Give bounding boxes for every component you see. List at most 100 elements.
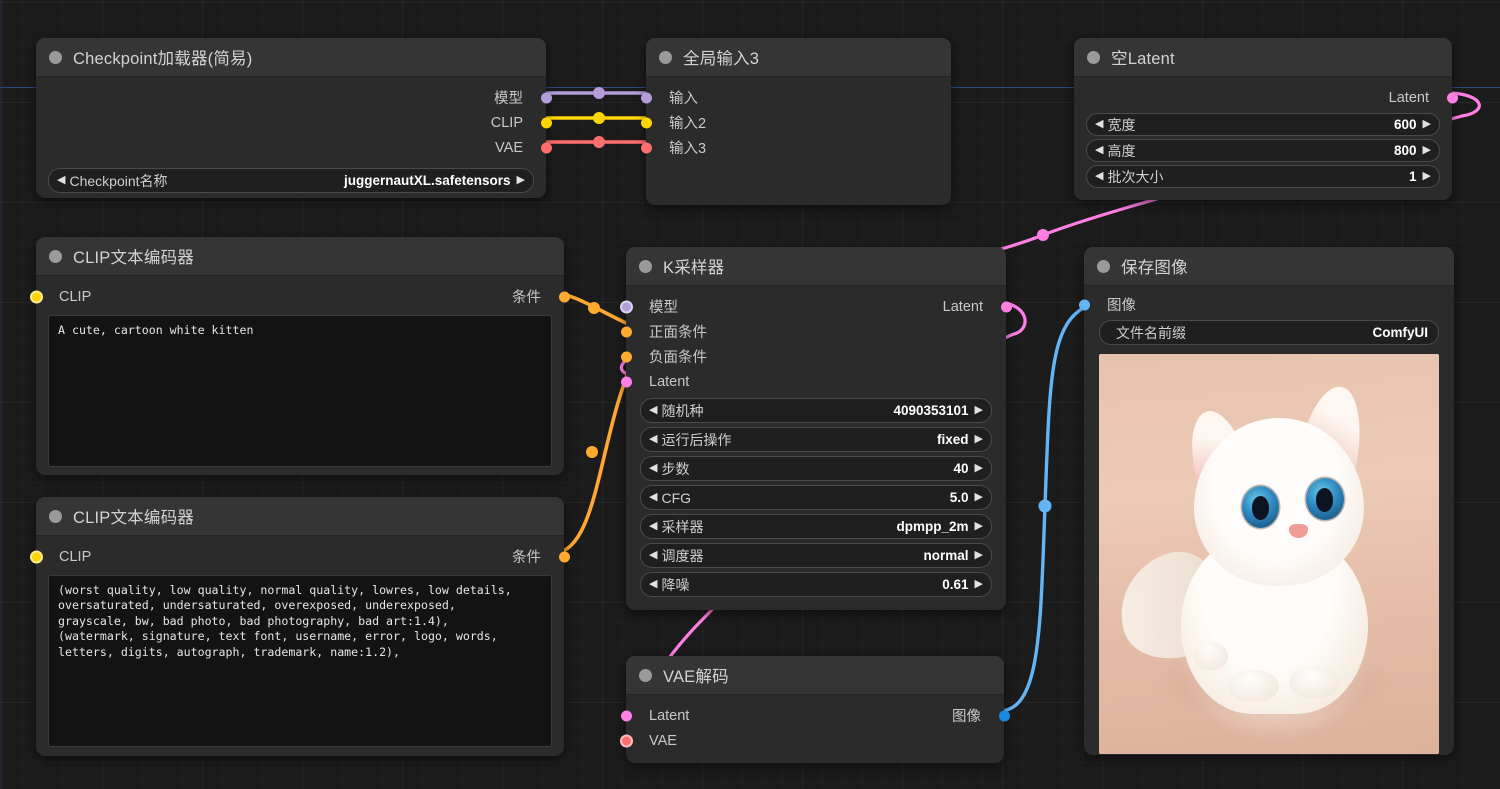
arrow-right-icon[interactable]: ▶ [975, 521, 983, 532]
graph-canvas[interactable]: Checkpoint加载器(简易) 模型 CLIP VAE ◀ Checkpoi… [0, 0, 1500, 789]
arrow-left-icon[interactable]: ◀ [649, 579, 657, 590]
node-header[interactable]: CLIP文本编码器 [36, 497, 564, 536]
widget-value[interactable]: 1 [1409, 169, 1417, 184]
node-header[interactable]: 保存图像 [1084, 247, 1454, 286]
arrow-right-icon[interactable]: ▶ [1423, 171, 1431, 182]
widget-steps[interactable]: ◀ 步数 40 ▶ [640, 456, 992, 481]
node-clip-text-encode-negative[interactable]: CLIP文本编码器 CLIP 条件 (worst quality, low qu… [29, 497, 570, 756]
port-conditioning[interactable] [558, 291, 570, 302]
port-model[interactable] [619, 300, 633, 313]
arrow-right-icon[interactable]: ▶ [517, 175, 525, 186]
output-slot-clip[interactable]: CLIP [36, 110, 552, 135]
output-slot-vae[interactable]: VAE [36, 135, 552, 160]
port-clip[interactable] [29, 550, 43, 563]
arrow-right-icon[interactable]: ▶ [975, 550, 983, 561]
input-slot-3[interactable]: 输入3 [640, 135, 951, 160]
widget-seed[interactable]: ◀ 随机种 4090353101 ▶ [640, 398, 992, 423]
widget-value[interactable]: 4090353101 [893, 403, 968, 418]
arrow-left-icon[interactable]: ◀ [649, 405, 657, 416]
collapse-dot-icon[interactable] [49, 249, 62, 263]
port-conditioning-negative[interactable] [620, 351, 632, 362]
arrow-left-icon[interactable]: ◀ [649, 521, 657, 532]
collapse-dot-icon[interactable] [1097, 259, 1110, 273]
widget-sampler-name[interactable]: ◀ 采样器 dpmpp_2m ▶ [640, 514, 992, 539]
widget-value[interactable]: 800 [1394, 143, 1417, 158]
widget-value[interactable]: 0.61 [942, 577, 968, 592]
arrow-right-icon[interactable]: ▶ [975, 405, 983, 416]
widget-checkpoint-name[interactable]: ◀ Checkpoint名称 juggernautXL.safetensors … [48, 168, 534, 193]
port-conditioning-positive[interactable] [620, 326, 632, 337]
arrow-left-icon[interactable]: ◀ [1095, 171, 1103, 182]
port-model[interactable] [540, 92, 552, 103]
node-vae-decode[interactable]: VAE解码 Latent 图像 VAE [619, 656, 1010, 763]
node-ksampler[interactable]: K采样器 模型 Latent 正面条件 负面条件 Latent ◀ 随机种 40… [619, 247, 1012, 610]
widget-value[interactable]: 600 [1394, 117, 1417, 132]
port-conditioning[interactable] [558, 551, 570, 562]
input-slot-2[interactable]: 输入2 [640, 110, 951, 135]
port-clip[interactable] [640, 117, 652, 128]
prompt-textarea-positive[interactable]: A cute, cartoon white kitten [48, 315, 552, 467]
input-slot-positive[interactable]: 正面条件 [620, 319, 1006, 344]
widget-value[interactable]: dpmpp_2m [897, 519, 969, 534]
arrow-left-icon[interactable]: ◀ [649, 434, 657, 445]
input-slot-latent[interactable]: Latent [620, 369, 1006, 394]
input-slot-vae[interactable]: VAE [619, 728, 1004, 753]
node-header[interactable]: K采样器 [626, 247, 1006, 286]
node-header[interactable]: CLIP文本编码器 [36, 237, 564, 276]
node-save-image[interactable]: 保存图像 图像 文件名前缀 ComfyUI [1078, 247, 1454, 755]
node-header[interactable]: 空Latent [1074, 38, 1452, 77]
arrow-right-icon[interactable]: ▶ [975, 463, 983, 474]
widget-control-after-generate[interactable]: ◀ 运行后操作 fixed ▶ [640, 427, 992, 452]
collapse-dot-icon[interactable] [659, 50, 672, 64]
input-slot-1[interactable]: 输入 [640, 85, 951, 110]
port-clip[interactable] [29, 290, 43, 303]
arrow-right-icon[interactable]: ▶ [1423, 145, 1431, 156]
arrow-left-icon[interactable]: ◀ [649, 550, 657, 561]
collapse-dot-icon[interactable] [1087, 50, 1100, 64]
arrow-left-icon[interactable]: ◀ [649, 463, 657, 474]
widget-batch-size[interactable]: ◀ 批次大小 1 ▶ [1086, 165, 1440, 188]
port-latent-in[interactable] [620, 376, 632, 387]
arrow-right-icon[interactable]: ▶ [975, 492, 983, 503]
widget-value[interactable]: 5.0 [950, 490, 969, 505]
node-clip-text-encode-positive[interactable]: CLIP文本编码器 CLIP 条件 A cute, cartoon white … [29, 237, 570, 475]
port-clip[interactable] [540, 117, 552, 128]
port-model[interactable] [640, 92, 652, 103]
input-slot-image[interactable]: 图像 [1078, 292, 1454, 317]
widget-filename-prefix[interactable]: 文件名前缀 ComfyUI [1099, 320, 1439, 345]
node-header[interactable]: 全局输入3 [646, 38, 951, 77]
widget-scheduler[interactable]: ◀ 调度器 normal ▶ [640, 543, 992, 568]
port-image-out[interactable] [998, 710, 1010, 721]
port-latent-out[interactable] [1000, 301, 1012, 312]
widget-value[interactable]: juggernautXL.safetensors [344, 173, 511, 188]
collapse-dot-icon[interactable] [639, 668, 652, 682]
arrow-right-icon[interactable]: ▶ [1423, 119, 1431, 130]
output-slot-latent[interactable]: Latent [1074, 85, 1458, 110]
prompt-textarea-negative[interactable]: (worst quality, low quality, normal qual… [48, 575, 552, 747]
port-latent-in[interactable] [620, 710, 632, 721]
widget-value[interactable]: ComfyUI [1372, 325, 1428, 340]
port-vae[interactable] [540, 142, 552, 153]
arrow-left-icon[interactable]: ◀ [57, 175, 65, 186]
widget-value[interactable]: 40 [954, 461, 969, 476]
collapse-dot-icon[interactable] [639, 259, 652, 273]
node-checkpoint-loader[interactable]: Checkpoint加载器(简易) 模型 CLIP VAE ◀ Checkpoi… [36, 38, 552, 198]
arrow-right-icon[interactable]: ▶ [975, 579, 983, 590]
collapse-dot-icon[interactable] [49, 50, 62, 64]
arrow-left-icon[interactable]: ◀ [649, 492, 657, 503]
port-vae[interactable] [640, 142, 652, 153]
collapse-dot-icon[interactable] [49, 509, 62, 523]
arrow-right-icon[interactable]: ▶ [975, 434, 983, 445]
widget-cfg[interactable]: ◀ CFG 5.0 ▶ [640, 485, 992, 510]
input-slot-negative[interactable]: 负面条件 [620, 344, 1006, 369]
arrow-left-icon[interactable]: ◀ [1095, 119, 1103, 130]
widget-height[interactable]: ◀ 高度 800 ▶ [1086, 139, 1440, 162]
node-global-input[interactable]: 全局输入3 输入 输入2 输入3 [640, 38, 951, 205]
port-latent[interactable] [1446, 92, 1458, 103]
node-header[interactable]: VAE解码 [626, 656, 1004, 695]
port-image[interactable] [1078, 299, 1090, 310]
output-slot-model[interactable]: 模型 [36, 85, 552, 110]
widget-width[interactable]: ◀ 宽度 600 ▶ [1086, 113, 1440, 136]
widget-value[interactable]: normal [924, 548, 969, 563]
arrow-left-icon[interactable]: ◀ [1095, 145, 1103, 156]
